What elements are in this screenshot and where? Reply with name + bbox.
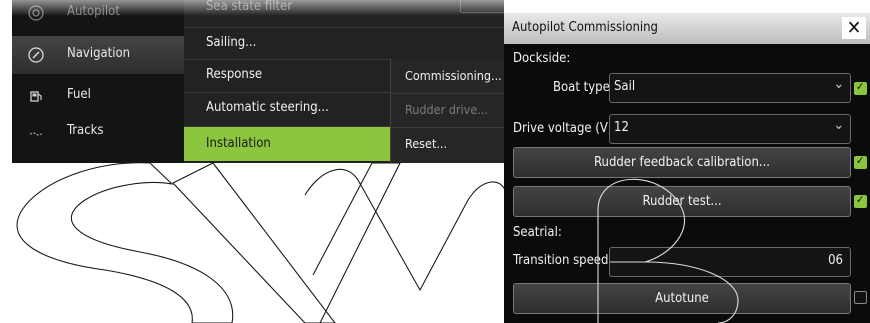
sidebar-item-label: Navigation — [67, 46, 131, 61]
sidebar: Autopilot Navigation Fuel Tracks — [12, 0, 184, 163]
submenu-item-commissioning[interactable]: Commissioning... — [391, 59, 504, 94]
menu-item-sea-state-filter[interactable]: Sea state filter — [184, 0, 504, 17]
sea-state-filter-field[interactable] — [460, 0, 504, 13]
watermark-v-icon — [172, 162, 401, 323]
menu-item-label: Installation — [206, 136, 271, 151]
autotune-checkbox[interactable] — [854, 291, 867, 304]
sidebar-item-autopilot[interactable]: Autopilot — [12, 0, 184, 32]
autopilot-menu-screen: Autopilot Navigation Fuel Tracks Sea sta… — [12, 0, 504, 163]
submenu-item-label: Commissioning... — [405, 68, 502, 83]
submenu-item-label: Rudder drive... — [405, 102, 488, 117]
watermark-s-icon — [16, 162, 234, 323]
submenu-item-label: Reset... — [405, 136, 448, 151]
transition-speed-field[interactable]: 06 — [609, 247, 851, 277]
rudder-test-button[interactable]: Rudder test... — [513, 186, 851, 217]
sidebar-item-label: Fuel — [67, 87, 91, 102]
fuel-icon — [30, 91, 42, 102]
menu-item-label: Automatic steering... — [206, 100, 329, 115]
menu-item-label: Response — [206, 67, 263, 82]
autopilot-icon — [28, 5, 44, 21]
boat-type-checkbox[interactable] — [854, 80, 867, 95]
transition-speed-label: Transition speed — [513, 253, 609, 268]
rudder-feedback-checkbox[interactable] — [854, 154, 867, 169]
drive-voltage-value: 12 — [614, 120, 629, 135]
chevron-down-icon: ⌄ — [833, 117, 844, 133]
transition-speed-value: 06 — [828, 253, 843, 268]
submenu-item-reset[interactable]: Reset... — [391, 127, 504, 161]
menu-item-label: Sea state filter — [206, 0, 293, 14]
boat-type-label: Boat type — [553, 80, 610, 95]
rudder-test-checkbox[interactable] — [854, 193, 867, 208]
sidebar-item-tracks[interactable]: Tracks — [12, 113, 184, 151]
drive-voltage-select[interactable]: 12 ⌄ — [609, 114, 851, 144]
installation-submenu: Commissioning... Rudder drive... Reset..… — [390, 59, 504, 163]
commissioning-dialog: Autopilot Commissioning ✕ Dockside: Boat… — [504, 13, 870, 323]
tracks-icon — [29, 132, 43, 136]
dockside-section-label: Dockside: — [513, 51, 571, 66]
sidebar-item-navigation[interactable]: Navigation — [12, 36, 184, 74]
menu-item-sailing[interactable]: Sailing... — [184, 27, 504, 59]
boat-type-select[interactable]: Sail ⌄ — [609, 73, 851, 103]
sidebar-item-fuel[interactable]: Fuel — [12, 77, 184, 115]
rudder-feedback-calibration-button[interactable]: Rudder feedback calibration... — [513, 147, 851, 178]
chevron-down-icon: ⌄ — [833, 76, 844, 92]
sidebar-item-label: Autopilot — [67, 4, 120, 19]
watermark-m-icon — [304, 168, 506, 292]
drive-voltage-label: Drive voltage (V) — [513, 121, 613, 136]
seatrial-section-label: Seatrial: — [513, 225, 562, 240]
menu-item-label: Sailing... — [206, 35, 257, 50]
submenu-item-rudder-drive[interactable]: Rudder drive... — [391, 93, 504, 128]
boat-type-value: Sail — [614, 79, 636, 94]
dialog-header: Autopilot Commissioning ✕ — [504, 13, 870, 44]
close-icon[interactable]: ✕ — [842, 17, 866, 39]
dialog-title: Autopilot Commissioning — [512, 20, 658, 35]
autotune-button[interactable]: Autotune — [513, 283, 851, 314]
sidebar-item-label: Tracks — [67, 123, 104, 138]
compass-icon — [28, 47, 44, 63]
